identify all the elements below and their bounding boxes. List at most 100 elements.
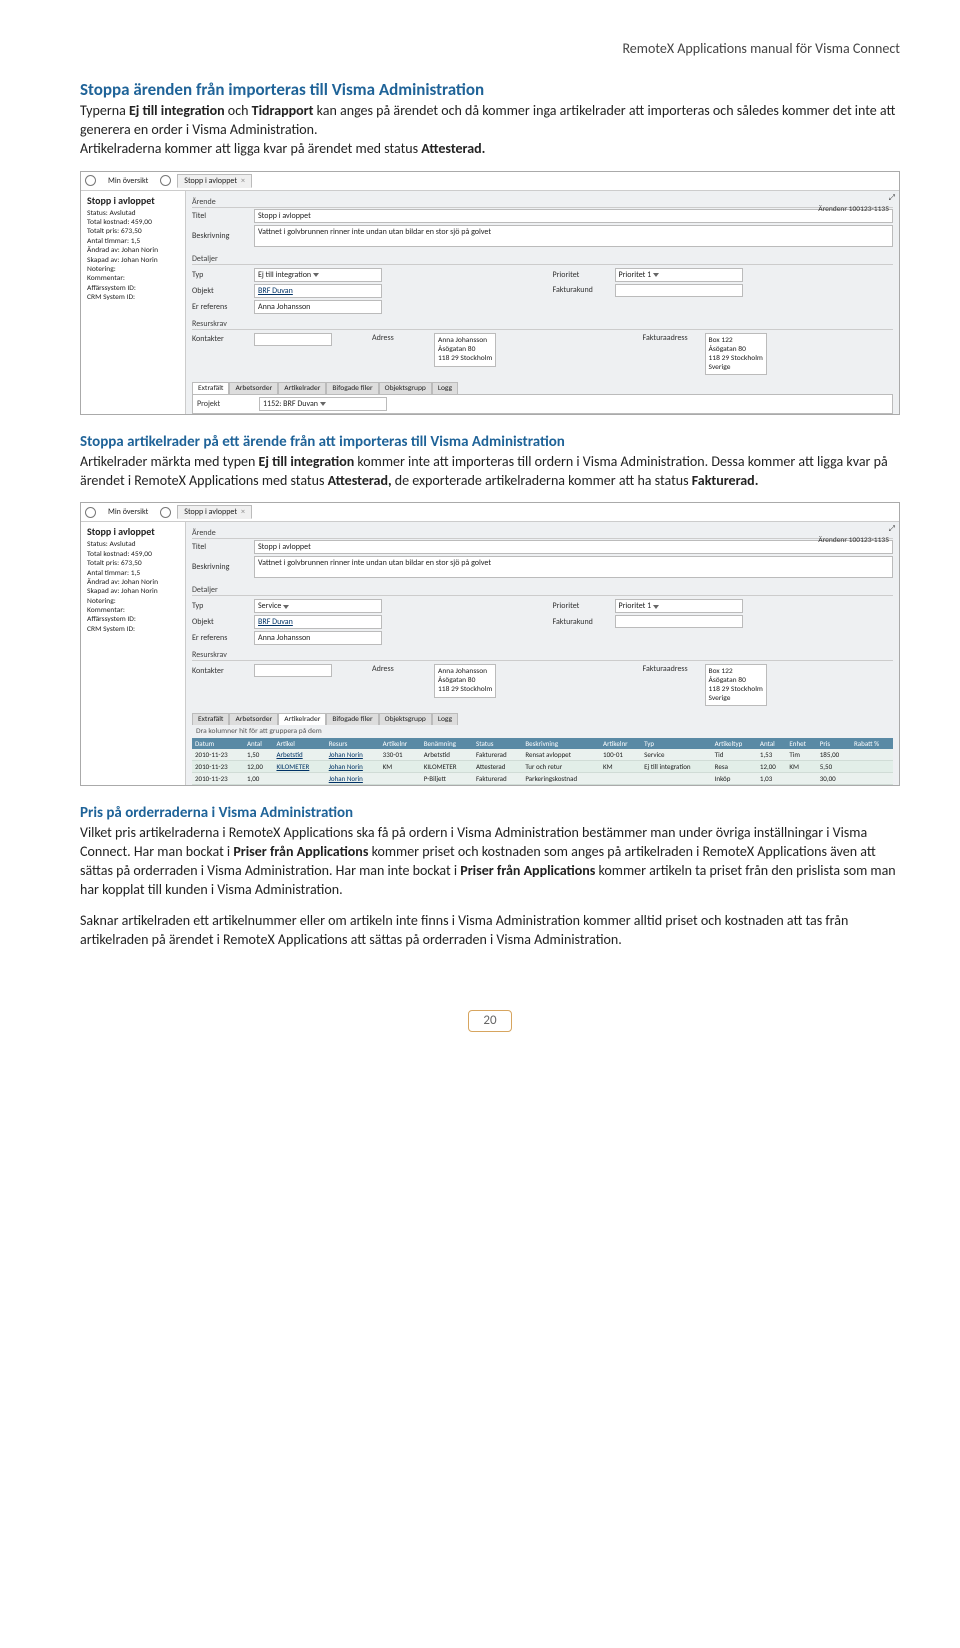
table-row[interactable]: 2010-11-231,50ArbetstidJohan Norin330-01… <box>192 749 893 761</box>
table-header[interactable]: Typ <box>641 738 712 749</box>
reference-input[interactable]: Anna Johansson <box>254 300 382 314</box>
priority-select[interactable]: Prioritet 1 <box>615 268 743 282</box>
priority-select[interactable]: Prioritet 1 <box>615 599 743 613</box>
case-title: Stopp i avloppet <box>87 526 179 537</box>
table-cell: Tim <box>786 749 816 761</box>
title-input[interactable]: Stopp i avloppet <box>254 209 893 223</box>
project-select[interactable]: 1152: BRF Duvan <box>259 397 387 411</box>
window-tabs: Min översikt Stopp i avloppet× <box>81 172 899 191</box>
subtab-artikelrader[interactable]: Artikelrader <box>278 713 326 725</box>
table-cell: 12,00 <box>757 761 787 773</box>
table-header[interactable]: Artikelnr <box>380 738 421 749</box>
side-panel: Stopp i avloppet Status: Avslutad Total … <box>81 522 186 785</box>
section1-title: Stoppa ärenden från importeras till Vism… <box>80 79 900 100</box>
table-cell <box>851 773 893 785</box>
reference-input[interactable]: Anna Johansson <box>254 631 382 645</box>
table-cell: Fakturerad <box>473 749 522 761</box>
close-icon[interactable]: × <box>241 507 245 517</box>
subtab-bifogade[interactable]: Bifogade filer <box>326 382 378 394</box>
type-select[interactable]: Service <box>254 599 382 613</box>
table-header[interactable]: Status <box>473 738 522 749</box>
section1-para: Typerna Ej till integration och Tidrappo… <box>80 102 900 159</box>
table-cell: P-Biljett <box>421 773 473 785</box>
table-header[interactable]: Enhet <box>786 738 816 749</box>
table-header[interactable]: Artikeltyp <box>712 738 757 749</box>
section2-para: Artikelrader märkta med typen Ej till in… <box>80 453 900 491</box>
table-cell: Attesterad <box>473 761 522 773</box>
table-cell: 1,00 <box>244 773 274 785</box>
subtab-logg[interactable]: Logg <box>432 713 458 725</box>
tab-overview[interactable]: Min översikt <box>102 506 154 518</box>
screenshot-2: Min översikt Stopp i avloppet× Stopp i a… <box>80 502 900 786</box>
object-link[interactable]: BRF Duvan <box>254 615 382 629</box>
subtab-arbetsorder[interactable]: Arbetsorder <box>229 382 278 394</box>
type-select[interactable]: Ej till integration <box>254 268 382 282</box>
description-input[interactable]: Vattnet i golvbrunnen rinner inte undan … <box>254 556 893 578</box>
doc-header: RemoteX Applications manual för Visma Co… <box>80 40 900 57</box>
table-header[interactable]: Artikel <box>273 738 325 749</box>
tab-case[interactable]: Stopp i avloppet× <box>177 505 252 519</box>
table-cell: Fakturerad <box>473 773 522 785</box>
subtab-logg[interactable]: Logg <box>432 382 458 394</box>
page-number: 20 <box>80 1010 900 1032</box>
table-cell <box>786 773 816 785</box>
table-row[interactable]: 2010-11-2312,00KILOMETERJohan NorinKMKIL… <box>192 761 893 773</box>
subtab-bifogade[interactable]: Bifogade filer <box>326 713 378 725</box>
table-header[interactable]: Pris <box>817 738 851 749</box>
table-cell: KILOMETER <box>273 761 325 773</box>
table-header[interactable]: Antal <box>757 738 787 749</box>
table-cell: 2010-11-23 <box>192 761 244 773</box>
article-table: DatumAntalArtikelResursArtikelnrBenämnin… <box>192 738 893 785</box>
table-cell <box>600 773 641 785</box>
close-icon[interactable]: × <box>241 176 245 186</box>
address-box: Anna JohanssonÅsögatan 80118 29 Stockhol… <box>434 664 496 698</box>
globe-icon <box>160 507 171 518</box>
section3-para1: Vilket pris artikelraderna i RemoteX App… <box>80 824 900 900</box>
tab-overview[interactable]: Min översikt <box>102 175 154 187</box>
tab-case[interactable]: Stopp i avloppet× <box>177 174 252 188</box>
table-cell: KM <box>600 761 641 773</box>
subtab-extrafalt[interactable]: Extrafält <box>192 713 229 725</box>
subtabs: Extrafält Arbetsorder Artikelrader Bifog… <box>192 713 893 725</box>
subtab-arbetsorder[interactable]: Arbetsorder <box>229 713 278 725</box>
globe-icon <box>160 175 171 186</box>
screenshot-1: Min översikt Stopp i avloppet× Stopp i a… <box>80 171 900 415</box>
table-cell: Parkeringskostnad <box>522 773 600 785</box>
contacts-input[interactable] <box>254 333 332 346</box>
invoice-customer-input[interactable] <box>615 284 743 297</box>
table-row[interactable]: 2010-11-231,00Johan NorinP-BiljettFaktur… <box>192 773 893 785</box>
address-box: Anna JohanssonÅsögatan 80118 29 Stockhol… <box>434 333 496 367</box>
table-cell: 2010-11-23 <box>192 773 244 785</box>
table-cell: Johan Norin <box>326 749 380 761</box>
table-cell: Tur och retur <box>522 761 600 773</box>
globe-icon <box>85 175 96 186</box>
table-header[interactable]: Benämning <box>421 738 473 749</box>
table-cell: Service <box>641 749 712 761</box>
table-cell: 1,03 <box>757 773 787 785</box>
side-panel: Stopp i avloppet Status: Avslutad Total … <box>81 191 186 414</box>
case-number: Ärendenr 100123-1135 <box>818 536 889 545</box>
chevron-down-icon <box>653 605 659 609</box>
subtab-objektsgrupp[interactable]: Objektsgrupp <box>379 382 432 394</box>
extrafalt-panel: Projekt 1152: BRF Duvan <box>192 394 893 414</box>
table-cell <box>641 773 712 785</box>
title-input[interactable]: Stopp i avloppet <box>254 540 893 554</box>
table-header[interactable]: Rabatt % <box>851 738 893 749</box>
description-input[interactable]: Vattnet i golvbrunnen rinner inte undan … <box>254 225 893 247</box>
table-cell: Resa <box>712 761 757 773</box>
subtab-objektsgrupp[interactable]: Objektsgrupp <box>379 713 432 725</box>
object-link[interactable]: BRF Duvan <box>254 284 382 298</box>
invoice-customer-input[interactable] <box>615 615 743 628</box>
table-header[interactable]: Beskrivning <box>522 738 600 749</box>
table-header[interactable]: Resurs <box>326 738 380 749</box>
table-header[interactable]: Artikelnr <box>600 738 641 749</box>
table-cell: 185,00 <box>817 749 851 761</box>
table-cell: 30,00 <box>817 773 851 785</box>
contacts-input[interactable] <box>254 664 332 677</box>
table-cell: Ej till integration <box>641 761 712 773</box>
subtab-extrafalt[interactable]: Extrafält <box>192 382 229 394</box>
subtab-artikelrader[interactable]: Artikelrader <box>278 382 326 394</box>
table-header[interactable]: Datum <box>192 738 244 749</box>
table-header[interactable]: Antal <box>244 738 274 749</box>
globe-icon <box>85 507 96 518</box>
